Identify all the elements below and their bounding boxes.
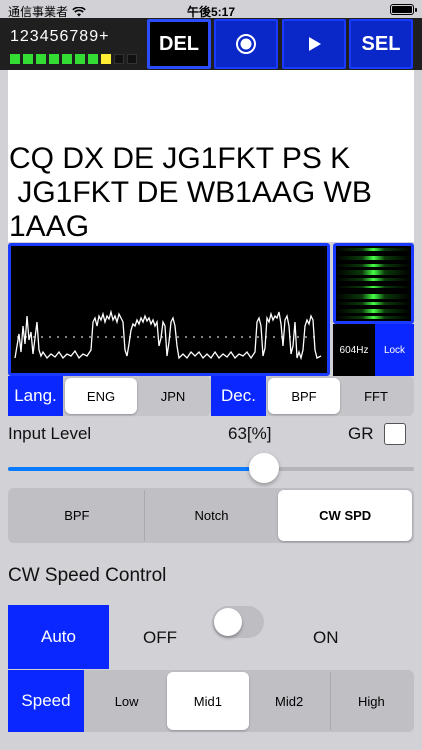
- level-led: [114, 54, 124, 64]
- play-button[interactable]: [282, 19, 346, 69]
- waveform-display: [8, 243, 330, 376]
- level-led: [75, 54, 85, 64]
- frequency-readout: 604Hz: [333, 324, 375, 376]
- level-led: [23, 54, 33, 64]
- decoder-label: Dec.: [211, 376, 266, 416]
- level-led: [49, 54, 59, 64]
- auto-button[interactable]: Auto: [8, 605, 109, 669]
- on-label: ON: [313, 628, 339, 647]
- record-button[interactable]: [214, 19, 278, 69]
- level-led: [10, 54, 20, 64]
- filter-option-bpf[interactable]: BPF: [10, 490, 144, 541]
- select-button-label: SEL: [361, 32, 401, 55]
- select-button[interactable]: SEL: [349, 19, 413, 69]
- input-level-value: 63[%]: [228, 424, 272, 443]
- input-level-label: Input Level: [8, 424, 92, 443]
- filter-segmented-control[interactable]: BPF Notch CW SPD: [8, 488, 414, 543]
- gr-label: GR: [348, 424, 374, 443]
- level-led: [62, 54, 72, 64]
- level-led: [88, 54, 98, 64]
- filter-option-cw-spd[interactable]: CW SPD: [278, 490, 413, 541]
- record-icon: [236, 34, 256, 54]
- waterfall-image: [336, 248, 411, 319]
- level-led: [36, 54, 46, 64]
- decoder-segmented-control[interactable]: BPF FFT: [266, 376, 414, 416]
- lock-button[interactable]: Lock: [375, 324, 414, 376]
- decoder-option-fft[interactable]: FFT: [340, 378, 412, 414]
- decoded-line-1: CQ DX DE JG1FKT PS K: [9, 142, 351, 175]
- level-led: [101, 54, 111, 64]
- off-label: OFF: [143, 628, 177, 647]
- speed-option-mid2[interactable]: Mid2: [249, 672, 330, 730]
- decoder-option-bpf[interactable]: BPF: [268, 378, 340, 414]
- speed-option-mid1[interactable]: Mid1: [167, 672, 249, 730]
- toggle-knob: [214, 608, 242, 636]
- speed-option-high[interactable]: High: [329, 672, 412, 730]
- delete-button-label: DEL: [159, 32, 199, 55]
- slider-thumb[interactable]: [248, 453, 279, 483]
- slider-fill: [8, 467, 264, 471]
- decoded-line-3: 1AAG: [9, 210, 90, 242]
- speed-option-low[interactable]: Low: [86, 672, 167, 730]
- input-level-slider[interactable]: [8, 467, 414, 471]
- level-digits: 123456789+: [10, 28, 110, 45]
- decoded-line-2: JG1FKT DE WB1AAG WB: [9, 176, 372, 209]
- gr-checkbox[interactable]: [384, 423, 406, 445]
- battery-icon: [390, 4, 417, 15]
- filter-option-notch[interactable]: Notch: [143, 490, 279, 541]
- lang-option-jpn[interactable]: JPN: [137, 378, 209, 414]
- speed-segmented-control[interactable]: Low Mid1 Mid2 High: [84, 670, 414, 732]
- lang-option-eng[interactable]: ENG: [65, 378, 137, 414]
- play-icon: [309, 37, 321, 51]
- cw-speed-title: CW Speed Control: [8, 565, 167, 586]
- spectrum-waterfall: [333, 243, 414, 324]
- delete-button[interactable]: DEL: [147, 19, 211, 69]
- status-bar: 通信事業者 午後5:17: [0, 0, 422, 20]
- speed-label: Speed: [8, 670, 84, 732]
- auto-toggle[interactable]: [212, 606, 264, 638]
- decoded-text-area[interactable]: CQ DX DE JG1FKT PS K JG1FKT DE WB1AAG WB…: [8, 70, 414, 242]
- lang-segmented-control[interactable]: ENG JPN: [63, 376, 211, 416]
- waveform-trace: [14, 309, 322, 361]
- lang-label: Lang.: [8, 376, 63, 416]
- level-meter: [10, 54, 137, 64]
- level-led: [127, 54, 137, 64]
